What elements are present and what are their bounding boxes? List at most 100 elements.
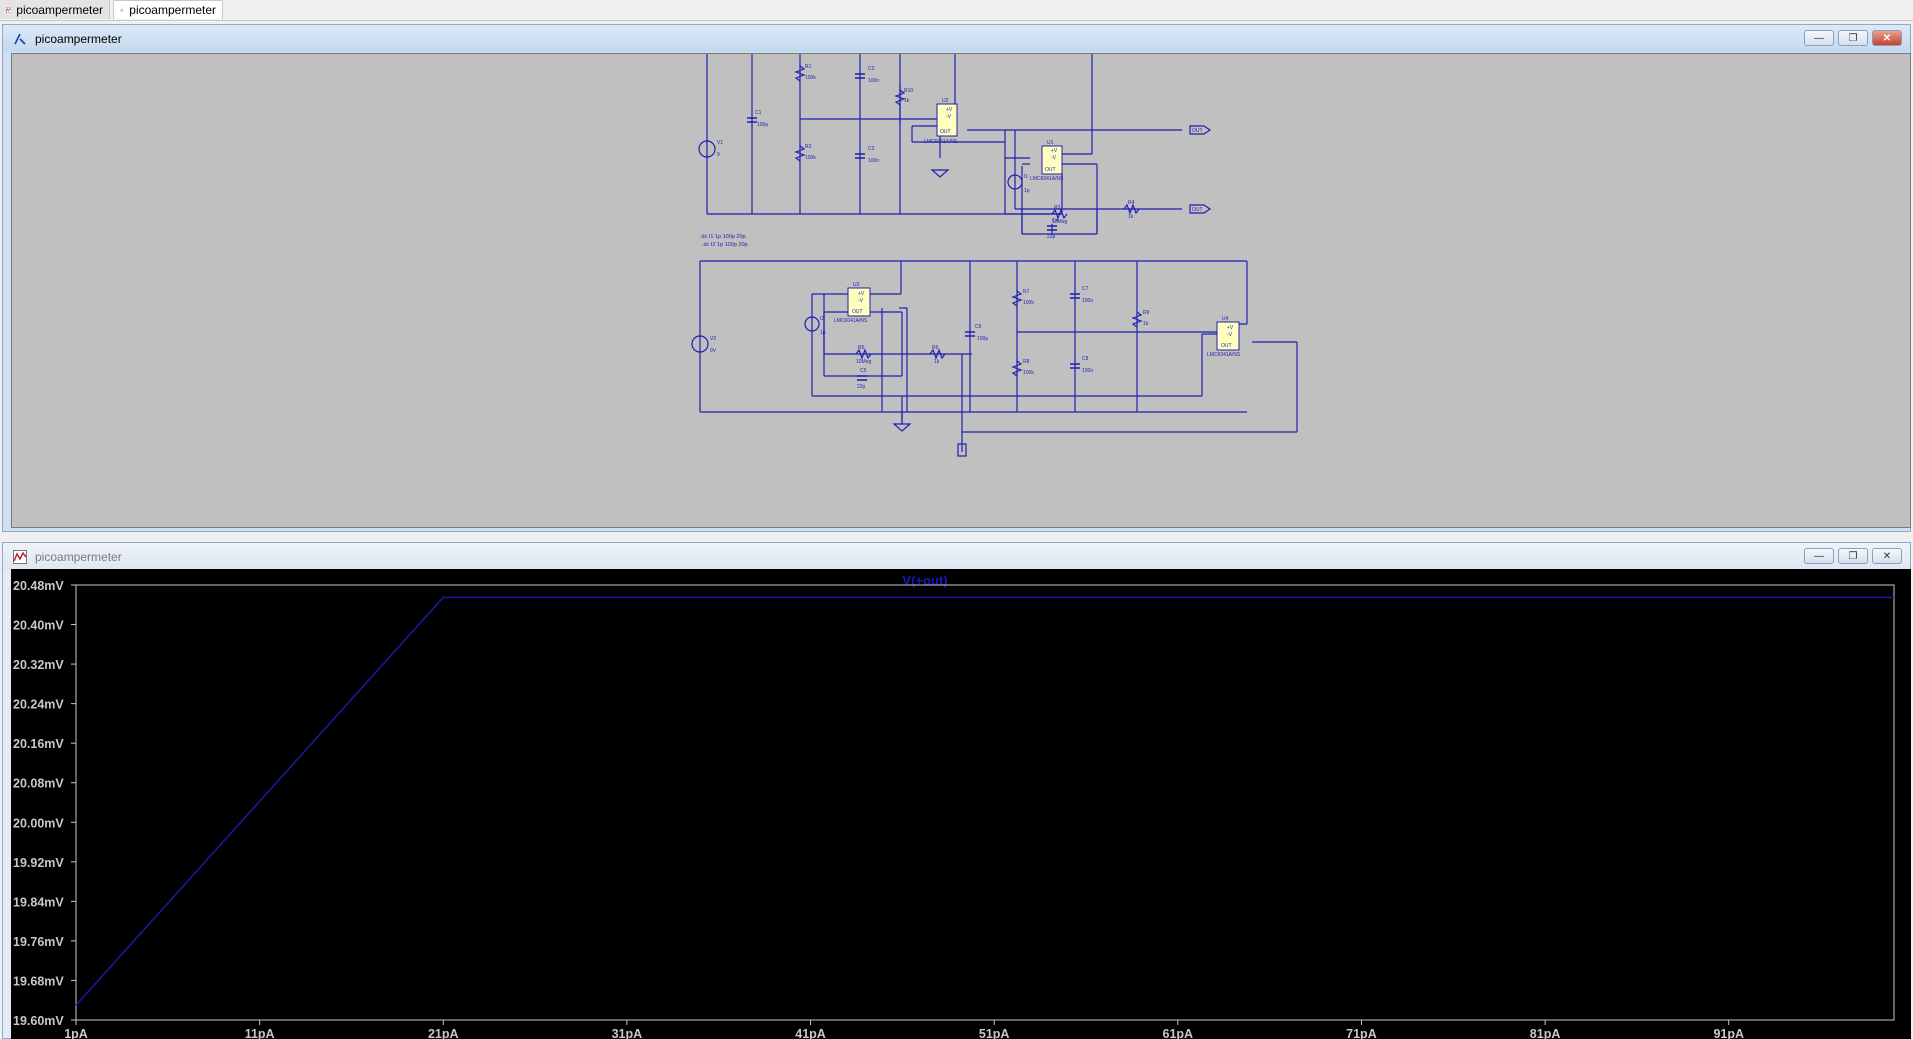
x-tick-label: 11pA <box>245 1027 275 1039</box>
label-i1: I1 <box>1024 174 1028 180</box>
waveform-icon <box>6 6 12 13</box>
label-c3-val: 100n <box>868 158 879 164</box>
label-u1-part: LMC6041A/NS <box>1030 176 1064 182</box>
minimize-icon: — <box>1814 32 1824 44</box>
label-v2: V2 <box>710 336 716 342</box>
waveform-plot-area[interactable]: V(+out) 20.48mV 20.40mV 20.32mV 20.24mV 20.1… <box>11 569 1911 1039</box>
plot-frame <box>75 584 1895 1021</box>
label-r3: R3 <box>1054 205 1061 211</box>
u1-pins-out: OUT <box>1045 167 1056 173</box>
label-r5-val: 10Meg <box>856 359 872 365</box>
y-tick-label: 20.40mV <box>13 619 64 633</box>
label-r2-val: 100k <box>805 155 816 161</box>
label-c8-val: 100n <box>1082 368 1093 374</box>
close-icon: ✕ <box>1882 32 1892 44</box>
tab-label: picoampermeter <box>129 3 216 17</box>
label-u3: U3 <box>853 282 860 288</box>
label-c7-val: 100n <box>1082 298 1093 304</box>
u3-pins-out: OUT <box>852 309 863 315</box>
label-u4: U4 <box>1222 316 1229 322</box>
schematic-titlebar[interactable]: picoampermeter — ❐ ✕ <box>3 25 1910 52</box>
tab-schematic[interactable]: picoampermeter <box>113 0 223 19</box>
y-tick-label: 19.68mV <box>13 974 64 988</box>
label-r1-val: 100k <box>805 75 816 81</box>
label-c8: C8 <box>1082 356 1089 362</box>
u3-pins-plus: +V <box>858 291 865 297</box>
spice-directive-2[interactable]: .dc I2 1p 100p 20p <box>702 242 748 248</box>
tab-waveform[interactable]: picoampermeter <box>0 0 110 19</box>
label-c5: C5 <box>860 368 867 374</box>
waveform-titlebar[interactable]: picoampermeter — ❐ ✕ <box>3 543 1910 570</box>
label-u4-part: LMC6041A/NS <box>1207 352 1241 358</box>
y-tick-label: 19.84mV <box>13 895 64 909</box>
schematic-window: picoampermeter — ❐ ✕ +V -V OUT +V -V OUT… <box>2 24 1911 532</box>
label-c7: C7 <box>1082 286 1089 292</box>
x-tick-label: 81pA <box>1530 1027 1561 1039</box>
label-r9: R9 <box>1143 310 1150 316</box>
u4-pins-plus: +V <box>1227 325 1234 331</box>
x-tick-label: 51pA <box>979 1027 1010 1039</box>
waveform-window: picoampermeter — ❐ ✕ V(+out) 20.48mV 20.4… <box>2 542 1911 1039</box>
label-out-flag-2: OUT <box>1192 207 1203 213</box>
y-tick-label: 19.76mV <box>13 935 64 949</box>
spice-directive-1[interactable]: .dc I1 1p 100p 20p <box>700 234 746 240</box>
u4-pins-minus: -V <box>1227 332 1233 338</box>
label-c6-val: 100p <box>977 336 988 342</box>
label-c3: C3 <box>868 146 875 152</box>
x-tick-label: 91pA <box>1713 1027 1744 1039</box>
label-r8-val: 100k <box>1023 370 1034 376</box>
y-tick-label: 20.24mV <box>13 698 64 712</box>
u1-pins-plus: +V <box>1051 148 1058 154</box>
x-tick-label: 41pA <box>795 1027 826 1039</box>
label-v2-val: 9V <box>710 348 717 354</box>
label-r10: R10 <box>904 88 913 94</box>
close-button[interactable]: ✕ <box>1872 548 1902 564</box>
label-c5-val: 22p <box>857 384 866 390</box>
label-i2-val: 1p <box>820 330 826 336</box>
schematic-icon <box>120 8 124 12</box>
label-r5: R5 <box>858 345 865 351</box>
label-r7-val: 100k <box>1023 300 1034 306</box>
close-button[interactable]: ✕ <box>1872 30 1902 46</box>
minimize-button[interactable]: — <box>1804 30 1834 46</box>
schematic-canvas[interactable]: +V -V OUT +V -V OUT +V -V OUT +V -V OUT … <box>11 53 1911 528</box>
label-r4: R4 <box>1128 200 1135 206</box>
label-c4: C4 <box>1052 218 1059 224</box>
y-tick-label: 20.32mV <box>13 658 64 672</box>
label-v1: V1 <box>717 140 723 146</box>
label-c1: C1 <box>755 110 762 116</box>
u3-pins-minus: -V <box>858 298 864 304</box>
u2-pins-out: OUT <box>940 129 951 135</box>
label-c2-val: 100n <box>868 78 879 84</box>
label-c1-val: 100p <box>757 122 768 128</box>
minimize-button[interactable]: — <box>1804 548 1834 564</box>
u4-pins-out: OUT <box>1221 343 1232 349</box>
close-icon: ✕ <box>1882 550 1892 562</box>
restore-button[interactable]: ❐ <box>1838 548 1868 564</box>
y-tick-label: 19.60mV <box>13 1014 64 1028</box>
label-r6: R6 <box>932 345 939 351</box>
schematic-icon <box>14 33 26 45</box>
label-r10-val: 1k <box>904 98 910 104</box>
y-tick-label: 20.16mV <box>13 737 64 751</box>
restore-button[interactable]: ❐ <box>1838 30 1868 46</box>
document-tab-bar: picoampermeter picoampermeter <box>0 0 1913 21</box>
label-u2: U2 <box>942 98 949 104</box>
label-c2: C2 <box>868 66 875 72</box>
label-c4-val: 22p <box>1047 234 1056 240</box>
label-r9-val: 1k <box>1143 321 1149 327</box>
waveform-chart: 20.48mV 20.40mV 20.32mV 20.24mV 20.16mV 20.08… <box>13 579 1895 1039</box>
label-u3-part: LMC6041A/NS <box>834 318 868 324</box>
u2-pins-plus: +V <box>946 107 953 113</box>
waveform-icon <box>13 549 27 564</box>
y-tick-label: 19.92mV <box>13 856 64 870</box>
y-tick-label: 20.00mV <box>13 816 64 830</box>
label-r1: R1 <box>805 64 812 70</box>
label-r2: R2 <box>805 144 812 150</box>
schematic-drawing: +V -V OUT +V -V OUT +V -V OUT +V -V OUT … <box>691 54 1298 457</box>
restore-icon: ❐ <box>1848 32 1858 44</box>
x-tick-label: 71pA <box>1346 1027 1377 1039</box>
label-r6-val: 1k <box>934 359 940 365</box>
label-c6: C6 <box>975 324 982 330</box>
y-tick-label: 20.08mV <box>13 777 64 791</box>
